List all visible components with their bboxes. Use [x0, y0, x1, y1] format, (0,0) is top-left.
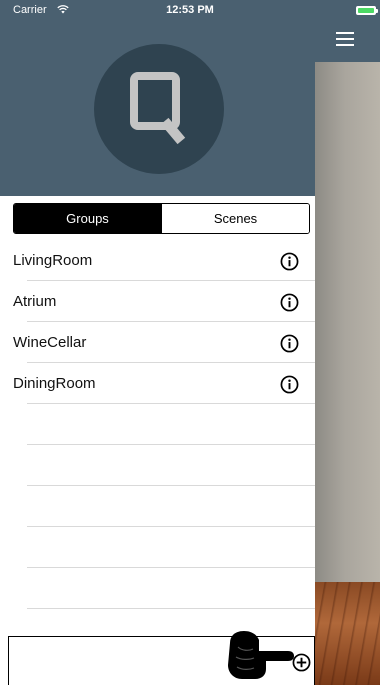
groups-scenes-segmented-control: Groups Scenes: [13, 203, 310, 234]
status-bar: Carrier 12:53 PM: [0, 0, 380, 20]
row-divider: [27, 608, 315, 609]
group-name: DiningRoom: [13, 375, 96, 392]
side-drawer: Groups Scenes LivingRoom Atrium WineCell…: [0, 0, 315, 685]
group-name: Atrium: [13, 293, 57, 310]
info-icon[interactable]: [280, 334, 299, 353]
info-icon[interactable]: [280, 252, 299, 271]
background-wall-image: [315, 62, 380, 582]
segment-groups[interactable]: Groups: [14, 204, 161, 233]
logo-q-letter: [130, 72, 180, 130]
battery-icon: [356, 6, 378, 15]
list-item[interactable]: Atrium: [0, 281, 315, 322]
pointing-hand-icon: [228, 631, 294, 679]
empty-list-row: [0, 486, 315, 527]
segment-scenes[interactable]: Scenes: [161, 204, 309, 233]
bottom-toolbar: [8, 631, 315, 685]
empty-list-row: [0, 404, 315, 445]
info-icon[interactable]: [280, 375, 299, 394]
status-time: 12:53 PM: [166, 4, 214, 16]
background-app-view: [315, 0, 380, 685]
list-item[interactable]: DiningRoom: [0, 363, 315, 404]
app-logo: [94, 44, 224, 174]
add-circle-icon[interactable]: [292, 653, 311, 672]
empty-list-row: [0, 568, 315, 609]
list-item[interactable]: WineCellar: [0, 322, 315, 363]
drawer-header: [0, 0, 315, 196]
background-floor-image: [315, 582, 380, 685]
empty-list-row: [0, 445, 315, 486]
group-name: WineCellar: [13, 334, 87, 351]
list-item[interactable]: LivingRoom: [0, 240, 315, 281]
info-icon[interactable]: [280, 293, 299, 312]
empty-list-row: [0, 527, 315, 568]
group-name: LivingRoom: [13, 252, 93, 269]
groups-list: LivingRoom Atrium WineCellar DiningRoom: [0, 240, 315, 609]
hamburger-menu-icon[interactable]: [336, 32, 354, 46]
